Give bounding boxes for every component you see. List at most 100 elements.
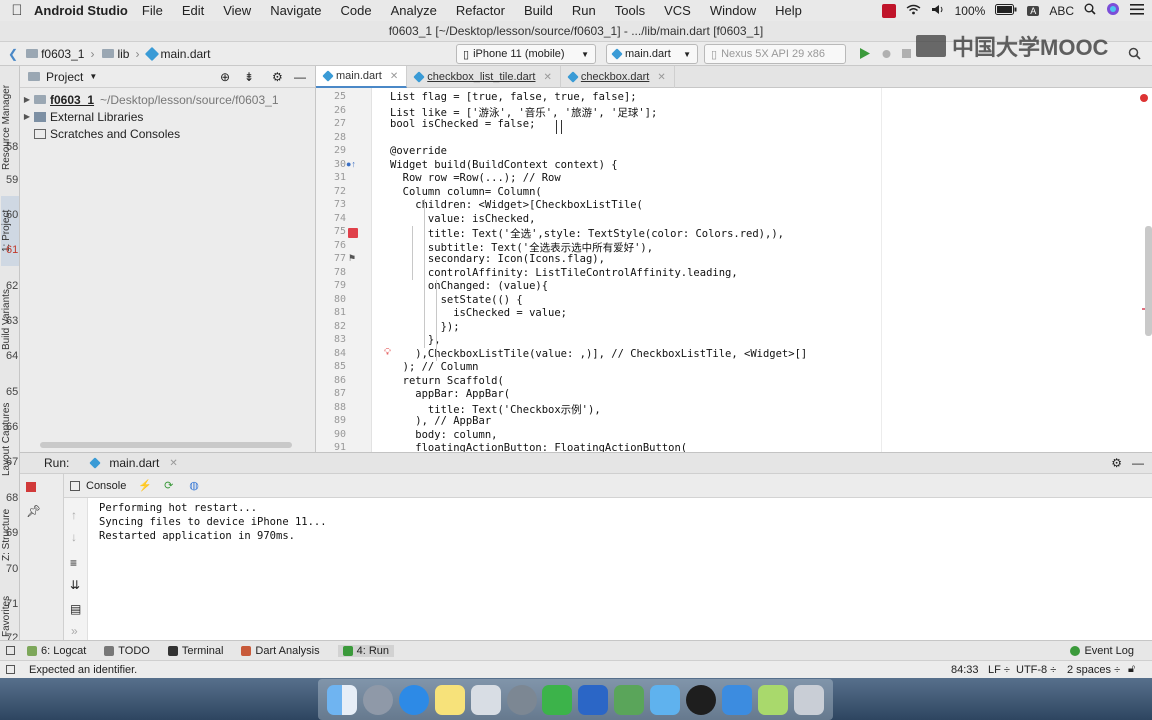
tab-checkbox[interactable]: checkbox.dart ✕ (561, 66, 675, 88)
line-gutter[interactable]: 25 26 27 28 29 30 31 72 73 74 75 76 77 78 79 80 81 82 83 84… (316, 88, 372, 453)
breakpoint-icon[interactable] (348, 228, 358, 238)
soft-wrap-icon[interactable]: ≡ (70, 556, 77, 570)
menu-build[interactable]: Build (524, 3, 553, 18)
search-icon[interactable] (1128, 47, 1141, 60)
menu-analyze[interactable]: Analyze (391, 3, 437, 18)
expand-arrow-icon[interactable]: ▶ (20, 112, 34, 121)
menu-window[interactable]: Window (710, 3, 756, 18)
stop-icon[interactable] (26, 482, 36, 492)
screen-record-icon[interactable] (881, 3, 896, 18)
device-selector[interactable]: ▯ iPhone 11 (mobile) ▼ (456, 44, 596, 64)
lock-icon[interactable]: 🔓︎ (1128, 663, 1135, 676)
trash-icon[interactable] (793, 684, 824, 715)
xcode-icon[interactable] (722, 684, 753, 715)
code-line[interactable]: setState(() { (390, 294, 523, 306)
indent-setting[interactable]: 2 spaces ÷ (1067, 664, 1120, 676)
tree-item-external-libraries[interactable]: ▶ External Libraries (20, 108, 315, 125)
code-line[interactable]: secondary: Icon(Icons.flag), (390, 253, 605, 265)
expand-arrow-icon[interactable]: ▶ (20, 95, 34, 104)
code-line[interactable]: Column column= Column( (390, 186, 542, 198)
code-line[interactable]: return Scaffold( (390, 375, 504, 387)
pin-icon[interactable]: 📌︎ (26, 504, 41, 518)
file-encoding[interactable]: UTF-8 ÷ (1016, 664, 1056, 676)
collapse-icon[interactable]: ⇟ (244, 70, 254, 84)
tree-item-project-root[interactable]: ▶ f0603_1 ~/Desktop/lesson/source/f0603_… (20, 91, 315, 108)
finder-icon[interactable] (326, 684, 357, 715)
close-icon[interactable]: ✕ (169, 458, 177, 469)
tool-terminal[interactable]: Terminal (167, 645, 223, 657)
bookmark-flag-icon[interactable]: ⚑ (348, 253, 356, 264)
safari-icon[interactable] (398, 684, 429, 715)
project-view-selector[interactable]: Project (46, 70, 83, 84)
hide-panel-icon[interactable]: — (1132, 456, 1144, 470)
siri-icon[interactable] (1106, 2, 1120, 19)
override-marker-icon[interactable]: ●↑ (346, 159, 356, 169)
print-icon[interactable]: ▤ (70, 602, 81, 616)
tool-todo[interactable]: TODO (104, 645, 150, 657)
menu-edit[interactable]: Edit (182, 3, 204, 18)
tab-checkbox-list-tile[interactable]: checkbox_list_tile.dart ✕ (407, 66, 561, 88)
error-indicator-icon[interactable] (1140, 94, 1148, 102)
app-menu[interactable]: Android Studio (34, 3, 128, 18)
menu-help[interactable]: Help (775, 3, 802, 18)
run-icon[interactable] (858, 47, 871, 60)
hide-panel-icon[interactable]: — (294, 70, 306, 84)
menu-tools[interactable]: Tools (615, 3, 645, 18)
scroll-down-icon[interactable]: ↓ (71, 530, 77, 544)
wifi-icon[interactable] (906, 4, 921, 18)
resource-manager-tab[interactable]: Resource Manager (1, 72, 19, 182)
gear-icon[interactable]: ⚙ (272, 70, 283, 84)
close-icon[interactable]: ✕ (543, 72, 551, 83)
hot-reload-icon[interactable]: ⚡ (138, 479, 152, 492)
spotlight-icon[interactable] (1084, 3, 1096, 18)
breadcrumb-lib[interactable]: lib (102, 47, 129, 61)
code-line[interactable]: Widget build(BuildContext context) { (390, 159, 618, 171)
system-preferences-icon[interactable] (506, 684, 537, 715)
code-line[interactable]: ),CheckboxListTile(value: ,)], // Checkb… (390, 348, 807, 360)
caret-position[interactable]: 84:33 (951, 664, 979, 676)
line-separator[interactable]: LF ÷ (988, 664, 1010, 676)
menu-refactor[interactable]: Refactor (456, 3, 505, 18)
hot-restart-icon[interactable]: ⟳ (164, 479, 173, 492)
run-config-tab[interactable]: main.dart (109, 456, 159, 470)
launchpad-icon[interactable] (362, 684, 393, 715)
tool-dart-analysis[interactable]: Dart Analysis (241, 645, 320, 657)
tool-run[interactable]: 4: Run (337, 644, 395, 657)
editor-vscrollbar[interactable] (1145, 226, 1152, 336)
close-icon[interactable]: ✕ (657, 72, 665, 83)
wechat-devtools-icon[interactable] (758, 684, 789, 715)
devtools-icon[interactable]: ◍ (189, 479, 199, 492)
tab-main-dart[interactable]: main.dart ✕ (316, 66, 408, 88)
more-icon[interactable]: » (71, 624, 78, 638)
menu-run[interactable]: Run (572, 3, 596, 18)
tab-console[interactable]: Console (86, 480, 126, 492)
scroll-to-end-icon[interactable]: ⇊ (70, 578, 80, 592)
breadcrumb-file[interactable]: main.dart (145, 46, 211, 61)
menu-file[interactable]: File (142, 3, 163, 18)
tool-logcat[interactable]: 6: Logcat (27, 645, 86, 657)
stop-icon[interactable] (900, 47, 913, 60)
menu-view[interactable]: View (223, 3, 251, 18)
code-editor[interactable]: main.dart ✕ checkbox_list_tile.dart ✕ ch… (316, 66, 1152, 454)
preview-icon[interactable] (470, 684, 501, 715)
input-source-badge[interactable]: A (1027, 5, 1040, 16)
code-line[interactable]: }, (390, 334, 441, 346)
code-line[interactable]: List flag = [true, false, true, false]; (390, 91, 637, 103)
code-line[interactable]: body: column, (390, 429, 497, 441)
code-line[interactable]: children: <Widget>[CheckboxListTile( (390, 199, 643, 211)
code-line[interactable]: bool isChecked = false; (390, 118, 535, 130)
notes-icon[interactable] (434, 684, 465, 715)
code-line[interactable]: isChecked = value; (390, 307, 567, 319)
code-line[interactable]: ); // Column (390, 361, 479, 373)
tool-windows-toggle-icon[interactable] (6, 646, 15, 655)
code-line[interactable]: @override (390, 145, 447, 157)
console-output[interactable]: ↑ ↓ ≡ ⇊ ▤ » Performing hot restart... Sy… (64, 498, 1152, 640)
layout-captures-tab[interactable]: Layout Captures (1, 384, 19, 494)
apple-icon[interactable]:  (0, 2, 34, 19)
menu-code[interactable]: Code (341, 3, 372, 18)
project-hscrollbar[interactable] (40, 442, 292, 448)
qq-icon[interactable] (686, 684, 717, 715)
scroll-up-icon[interactable]: ↑ (71, 508, 77, 522)
code-line[interactable]: Row row =Row(...); // Row (390, 172, 561, 184)
notification-center-icon[interactable] (1130, 3, 1144, 18)
